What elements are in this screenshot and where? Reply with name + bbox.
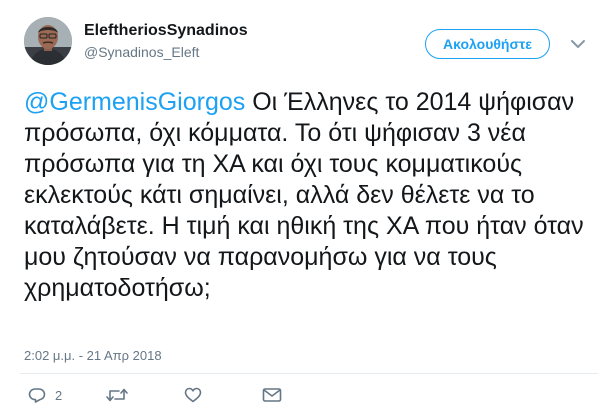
tweet-text: @GermenisGiorgos Οι Έλληνες το 2014 ψήφι… [24,87,594,304]
avatar[interactable] [24,17,72,65]
retweet-icon [106,387,128,403]
divider [20,373,598,374]
retweet-button[interactable] [106,385,128,405]
heart-icon [184,387,202,403]
user-handle[interactable]: @Synadinos_Eleft [84,44,199,60]
message-button[interactable] [262,385,282,405]
tweet-card: EleftheriosSynadinos @Synadinos_Eleft Ακ… [0,0,610,420]
tweet-body: Οι Έλληνες το 2014 ψήφισαν πρόσωπα, όχι … [24,88,584,302]
reply-count: 2 [55,387,63,403]
chevron-down-icon[interactable] [570,37,586,49]
reply-icon [28,387,46,403]
follow-button[interactable]: Ακολουθήστε [425,29,550,59]
avatar-photo [24,17,72,65]
reply-button[interactable]: 2 [28,385,62,405]
envelope-icon [262,387,282,403]
mention-link[interactable]: @GermenisGiorgos [24,88,245,116]
like-button[interactable] [184,385,202,405]
tweet-timestamp[interactable]: 2:02 μ.μ. - 21 Απρ 2018 [24,348,162,363]
display-name[interactable]: EleftheriosSynadinos [84,22,248,40]
